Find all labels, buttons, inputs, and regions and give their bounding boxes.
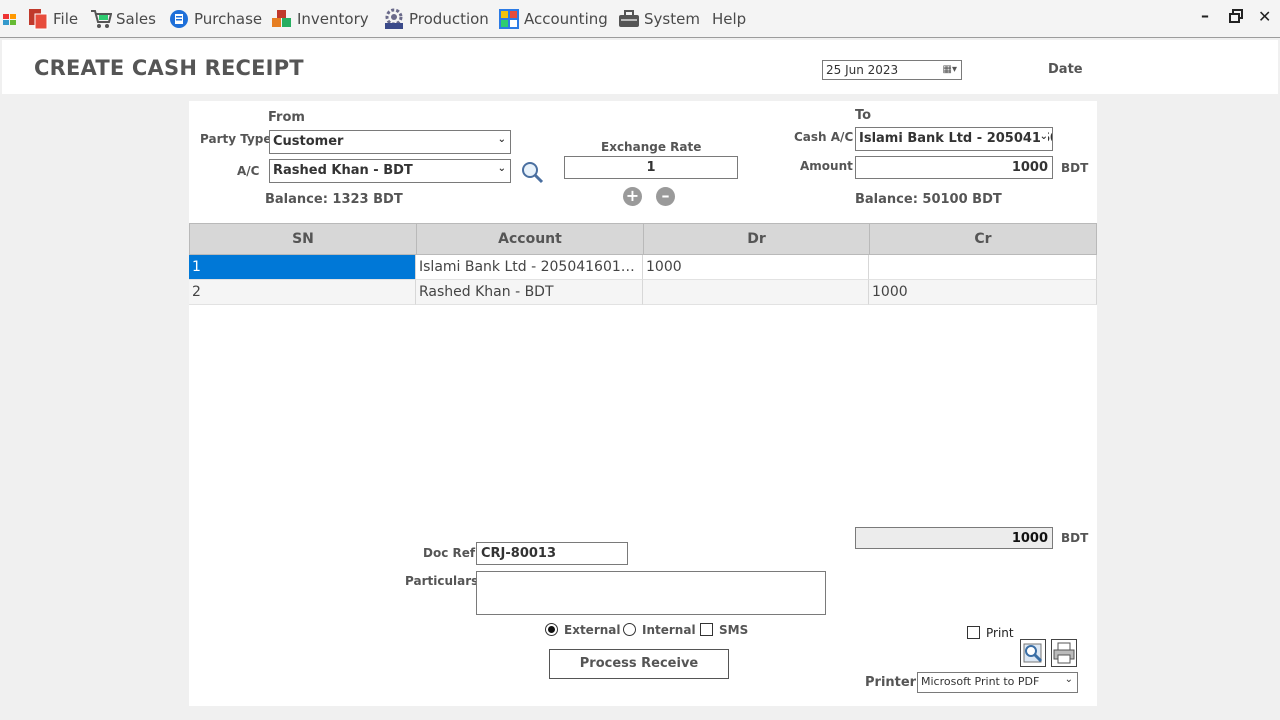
chevron-down-icon: ⌄	[497, 134, 506, 145]
menu-accounting[interactable]: Accounting	[498, 0, 608, 38]
remove-row-button[interactable]: –	[656, 187, 675, 206]
file-icon	[27, 8, 49, 30]
ac-value: Rashed Khan - BDT	[273, 163, 413, 178]
chevron-down-icon: ⌄	[1064, 674, 1073, 685]
menu-bar: File Sales Purchase Inventory Production…	[0, 0, 1280, 38]
receipt-panel: From Party Type Customer ⌄ A/C Rashed Kh…	[189, 101, 1097, 706]
menu-inventory-label: Inventory	[297, 10, 369, 28]
cell-dr[interactable]	[643, 280, 869, 305]
calculator-icon	[498, 8, 520, 30]
menu-inventory[interactable]: Inventory	[271, 0, 369, 38]
menu-purchase[interactable]: Purchase	[168, 0, 262, 38]
cell-cr[interactable]	[869, 255, 1097, 280]
menu-help[interactable]: Help	[712, 0, 746, 38]
purchase-icon	[168, 8, 190, 30]
amount-input[interactable]: 1000	[855, 156, 1053, 179]
total-amount: 1000	[855, 527, 1053, 549]
doc-ref-input[interactable]: CRJ-80013	[476, 542, 628, 565]
add-row-button[interactable]: +	[623, 187, 642, 206]
minimize-icon[interactable]: –	[1201, 6, 1209, 25]
party-type-value: Customer	[273, 134, 344, 149]
title-strip: CREATE CASH RECEIPT 25 Jun 2023 ▦▾ Date	[2, 40, 1278, 94]
chevron-down-icon: ⌄	[497, 163, 506, 174]
ac-select[interactable]: Rashed Khan - BDT ⌄	[269, 159, 511, 183]
menu-file-label: File	[53, 10, 79, 28]
exchange-rate-label: Exchange Rate	[601, 140, 702, 154]
total-currency: BDT	[1061, 531, 1089, 545]
sms-checkbox[interactable]	[700, 623, 713, 636]
menu-accounting-label: Accounting	[524, 10, 608, 28]
close-icon[interactable]: ✕	[1258, 7, 1271, 26]
party-type-select[interactable]: Customer ⌄	[269, 130, 511, 154]
printer-icon	[1052, 642, 1076, 670]
toolbox-icon	[618, 8, 640, 30]
external-radio[interactable]	[545, 623, 558, 636]
menu-purchase-label: Purchase	[194, 10, 263, 28]
menu-sales[interactable]: Sales	[90, 0, 156, 38]
internal-label: Internal	[642, 623, 696, 637]
cash-ac-value: Islami Bank Ltd - 20504160	[859, 131, 1053, 146]
boxes-icon	[271, 8, 293, 30]
from-balance: Balance: 1323 BDT	[265, 192, 403, 207]
menu-system[interactable]: System	[618, 0, 700, 38]
menu-sales-label: Sales	[116, 10, 156, 28]
cart-icon	[90, 8, 113, 30]
printer-label: Printer	[865, 675, 917, 690]
print-label: Print	[986, 626, 1014, 640]
date-value: 25 Jun 2023	[826, 63, 899, 77]
search-icon[interactable]	[520, 160, 544, 184]
external-label: External	[564, 623, 621, 637]
menu-system-label: System	[644, 10, 700, 28]
from-label: From	[268, 110, 305, 125]
print-checkbox[interactable]	[967, 626, 980, 639]
cell-account[interactable]: Rashed Khan - BDT	[416, 280, 643, 305]
ac-label: A/C	[237, 164, 260, 178]
gear-icon	[383, 8, 405, 30]
menu-production-label: Production	[409, 10, 489, 28]
printer-value: Microsoft Print to PDF	[921, 675, 1040, 688]
menu-help-label: Help	[712, 10, 747, 28]
amount-currency: BDT	[1061, 161, 1089, 175]
header-cr[interactable]: Cr	[869, 223, 1097, 255]
date-picker[interactable]: 25 Jun 2023 ▦▾	[822, 60, 962, 80]
particulars-input[interactable]	[476, 571, 826, 615]
cash-ac-label: Cash A/C	[794, 130, 854, 144]
chevron-down-icon: ⌄	[1039, 131, 1048, 142]
to-label: To	[855, 108, 872, 123]
menu-production[interactable]: Production	[383, 0, 489, 38]
to-balance: Balance: 50100 BDT	[855, 192, 1002, 207]
sms-label: SMS	[719, 623, 749, 637]
doc-ref-label: Doc Ref	[423, 546, 476, 560]
particulars-label: Particulars	[405, 574, 479, 588]
restore-icon[interactable]	[1229, 8, 1243, 27]
header-account[interactable]: Account	[416, 223, 644, 255]
header-dr[interactable]: Dr	[643, 223, 870, 255]
print-button[interactable]	[1051, 639, 1077, 667]
cell-cr[interactable]: 1000	[869, 280, 1097, 305]
header-sn[interactable]: SN	[189, 223, 417, 255]
exchange-rate-input[interactable]: 1	[564, 156, 738, 179]
app-icon[interactable]	[3, 12, 17, 26]
print-preview-icon	[1021, 643, 1045, 670]
printer-select[interactable]: Microsoft Print to PDF ⌄	[917, 672, 1078, 693]
calendar-dropdown-icon[interactable]: ▦▾	[943, 64, 957, 75]
menu-file[interactable]: File	[27, 0, 78, 38]
date-label: Date	[1048, 62, 1083, 77]
cell-account[interactable]: Islami Bank Ltd - 20504160100...	[416, 255, 643, 280]
cash-ac-select[interactable]: Islami Bank Ltd - 20504160 ⌄	[855, 127, 1053, 151]
internal-radio[interactable]	[623, 623, 636, 636]
cell-sn[interactable]: 1	[189, 255, 416, 280]
party-type-label: Party Type	[200, 132, 272, 146]
amount-label: Amount	[800, 159, 853, 173]
cell-dr[interactable]: 1000	[643, 255, 869, 280]
process-receive-button[interactable]: Process Receive	[549, 649, 729, 679]
page-title: CREATE CASH RECEIPT	[34, 56, 304, 80]
print-preview-button[interactable]	[1020, 639, 1046, 667]
cell-sn[interactable]: 2	[189, 280, 416, 305]
